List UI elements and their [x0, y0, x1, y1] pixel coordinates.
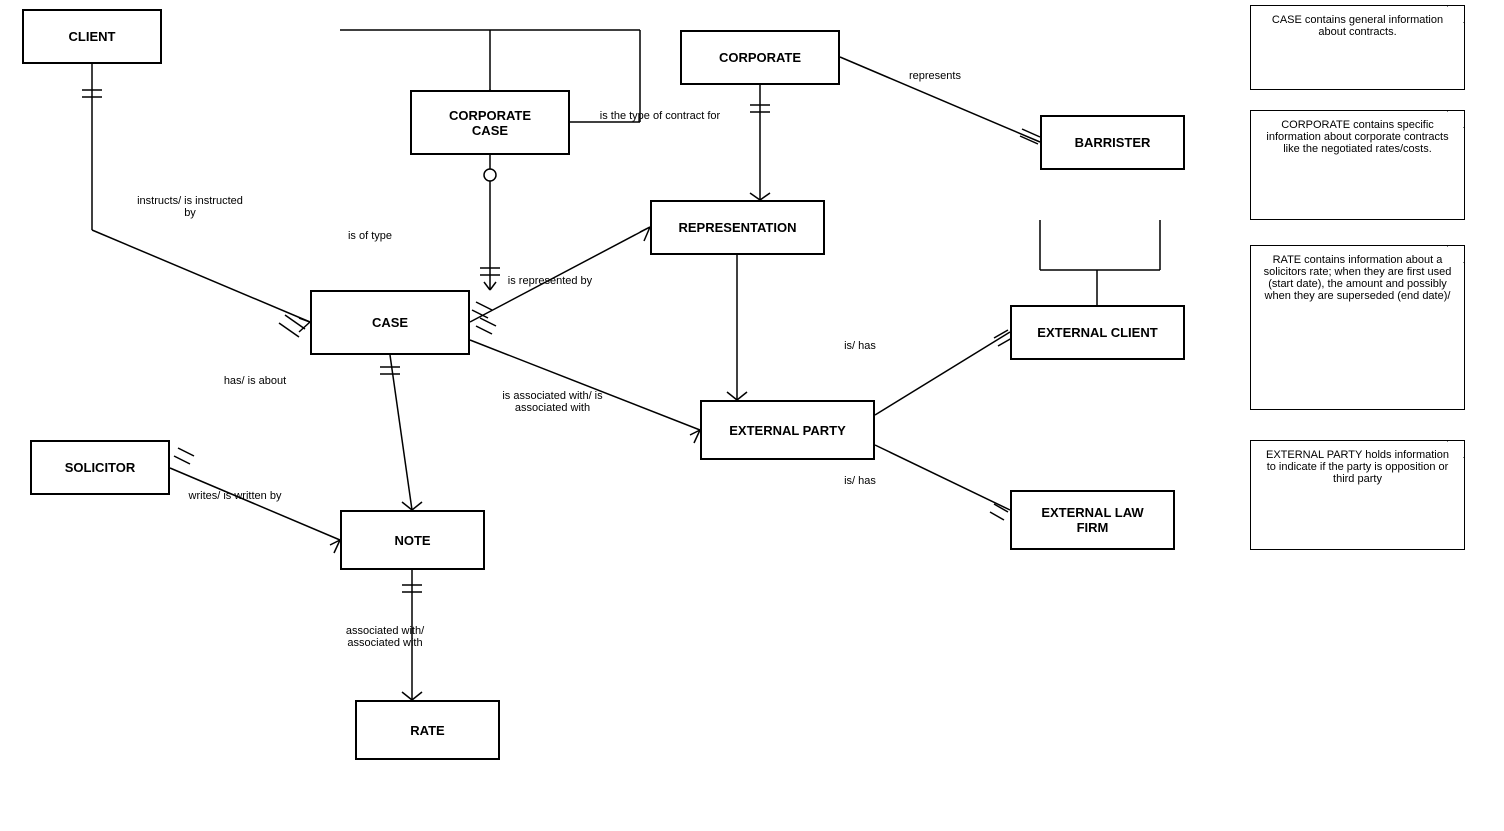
label-is-represented-by: is represented by	[480, 275, 620, 287]
entity-case: CASE	[310, 290, 470, 355]
entity-corporate: CORPORATE	[680, 30, 840, 85]
label-is-has-external-client: is/ has	[830, 340, 890, 352]
entity-rate: RATE	[355, 700, 500, 760]
note-external-party: EXTERNAL PARTY holds information to indi…	[1250, 440, 1465, 550]
label-represents: represents	[890, 70, 980, 82]
entity-external-party: EXTERNAL PARTY	[700, 400, 875, 460]
label-is-of-type: is of type	[330, 230, 410, 242]
entity-external-law-firm: EXTERNAL LAW FIRM	[1010, 490, 1175, 550]
entity-representation: REPRESENTATION	[650, 200, 825, 255]
note-rate: RATE contains information about a solici…	[1250, 245, 1465, 410]
note-corporate: CORPORATE contains specific information …	[1250, 110, 1465, 220]
label-is-type-contract: is the type of contract for	[580, 110, 740, 122]
entity-client: CLIENT	[22, 9, 162, 64]
label-has-is-about: has/ is about	[215, 375, 295, 387]
entity-corporate-case: CORPORATE CASE	[410, 90, 570, 155]
label-writes: writes/ is written by	[185, 490, 285, 502]
entity-external-client: EXTERNAL CLIENT	[1010, 305, 1185, 360]
note-case: CASE contains general information about …	[1250, 5, 1465, 90]
entity-barrister: BARRISTER	[1040, 115, 1185, 170]
label-is-associated: is associated with/ is associated with	[480, 390, 625, 414]
diagram: CLIENT CORPORATE CORPORATE CASE BARRISTE…	[0, 0, 1504, 831]
label-associated-with: associated with/ associated with	[320, 625, 450, 649]
label-instructs: instructs/ is instructed by	[130, 195, 250, 219]
label-is-has-external-law: is/ has	[830, 475, 890, 487]
entity-note: NOTE	[340, 510, 485, 570]
entity-solicitor: SOLICITOR	[30, 440, 170, 495]
